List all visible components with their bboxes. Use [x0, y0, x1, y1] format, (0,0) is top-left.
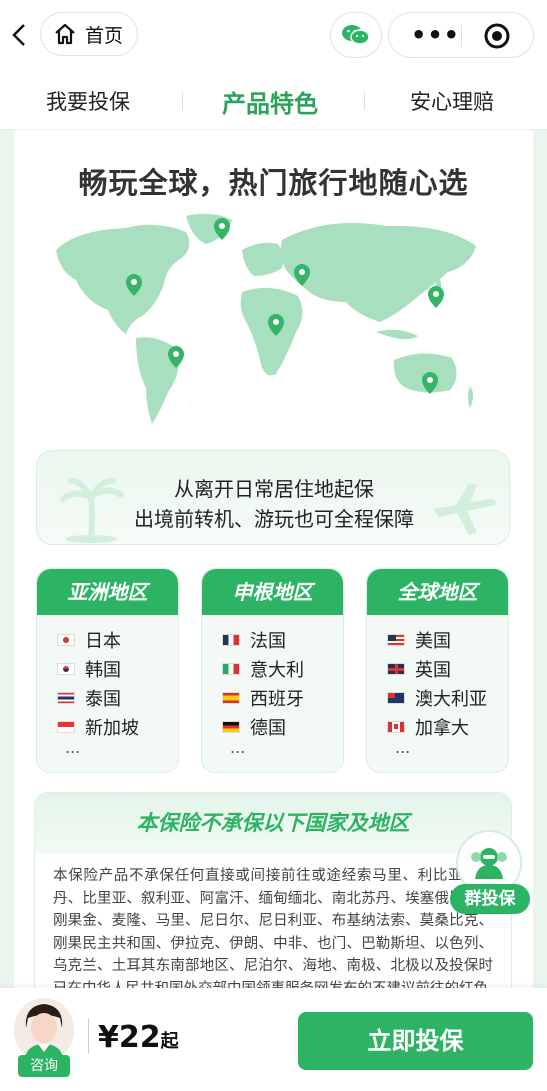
coverage-start-box: 从离开日常居住地起保 出境前转机、游玩也可全程保障: [36, 450, 510, 545]
coverage-start-line-1: 从离开日常居住地起保: [174, 477, 374, 501]
buy-now-button[interactable]: 立即投保: [298, 1012, 533, 1070]
bottom-action-bar: 咨询 ¥22起 立即投保: [0, 988, 547, 1091]
country-item: 意大利: [222, 654, 343, 683]
group-insure-label: 群投保: [450, 884, 530, 914]
exclusion-text: 本保险产品不承保任何直接或间接前往或途经索马里、利比亚、苏丹、比里亚、叙利亚、阿…: [53, 868, 493, 997]
country-name: 加拿大: [415, 717, 469, 739]
country-item: 澳大利亚: [387, 683, 508, 712]
more-options-icon[interactable]: •••: [411, 23, 460, 47]
tab-features[interactable]: 产品特色: [222, 84, 318, 119]
usa-flag-icon: [387, 633, 405, 646]
close-mini-program-icon[interactable]: [483, 22, 511, 50]
country-item: 美国: [387, 625, 508, 654]
price-display: ¥22起: [98, 1020, 179, 1055]
price-suffix: 起: [160, 1031, 179, 1052]
bottom-divider: [88, 1018, 89, 1054]
country-name: 新加坡: [85, 717, 139, 739]
region-card-schengen: 申根地区 法国 意大利 西班牙 德国 ...: [201, 568, 344, 773]
region-title: 全球地区: [367, 569, 508, 615]
country-item: 加拿大: [387, 712, 508, 741]
mini-program-capsule: •••: [388, 12, 534, 58]
region-title: 亚洲地区: [37, 569, 178, 615]
tab-divider: [182, 92, 183, 110]
country-item: 日本: [57, 625, 178, 654]
japan-flag-icon: [57, 633, 75, 646]
region-card-asia: 亚洲地区 日本 韩国 泰国 新加坡 ...: [36, 568, 179, 773]
country-name: 法国: [250, 630, 286, 652]
capsule-divider: [461, 25, 462, 47]
country-item: 新加坡: [57, 712, 178, 741]
country-item: 西班牙: [222, 683, 343, 712]
country-name: 韩国: [85, 659, 121, 681]
group-insure-button[interactable]: 群投保: [450, 830, 532, 920]
world-map-image: [56, 213, 476, 424]
exclusion-title: 本保险不承保以下国家及地区: [35, 793, 511, 853]
country-name: 澳大利亚: [415, 688, 487, 710]
country-name: 日本: [85, 630, 121, 652]
singapore-flag-icon: [57, 720, 75, 733]
country-name: 美国: [415, 630, 451, 652]
tab-insure[interactable]: 我要投保: [46, 86, 130, 116]
region-title: 申根地区: [202, 569, 343, 615]
section-tabs: 我要投保 产品特色 安心理赔: [0, 72, 547, 130]
country-item: 法国: [222, 625, 343, 654]
back-arrow-icon[interactable]: [8, 20, 32, 50]
exclusion-box: 本保险不承保以下国家及地区 本保险产品不承保任何直接或间接前往或途经索马里、利比…: [34, 792, 512, 1010]
country-name: 泰国: [85, 688, 121, 710]
korea-flag-icon: [57, 662, 75, 675]
canada-flag-icon: [387, 720, 405, 733]
france-flag-icon: [222, 633, 240, 646]
home-label: 首页: [85, 24, 124, 47]
tab-divider: [364, 92, 365, 110]
top-nav-bar: 首页 •••: [0, 0, 547, 72]
italy-flag-icon: [222, 662, 240, 675]
region-card-global: 全球地区 美国 英国 澳大利亚 加拿大 ...: [366, 568, 509, 773]
coverage-start-line-2: 出境前转机、游玩也可全程保障: [134, 507, 414, 531]
country-item: 韩国: [57, 654, 178, 683]
country-item: 英国: [387, 654, 508, 683]
germany-flag-icon: [222, 720, 240, 733]
home-icon: [55, 23, 75, 45]
country-item: 泰国: [57, 683, 178, 712]
australia-flag-icon: [387, 691, 405, 704]
thailand-flag-icon: [57, 691, 75, 704]
wechat-share-button[interactable]: [330, 12, 382, 58]
country-name: 西班牙: [250, 688, 304, 710]
spain-flag-icon: [222, 691, 240, 704]
country-name: 意大利: [250, 659, 304, 681]
wechat-icon: [342, 25, 370, 45]
agent-avatar[interactable]: [14, 998, 74, 1062]
home-button[interactable]: 首页: [40, 12, 138, 56]
tab-claims[interactable]: 安心理赔: [410, 86, 494, 116]
more-countries: ...: [230, 738, 246, 757]
region-list: 亚洲地区 日本 韩国 泰国 新加坡 ... 申根地区 法国 意大利 西班牙 德国…: [36, 568, 510, 773]
more-countries: ...: [395, 738, 411, 757]
consult-button[interactable]: 咨询: [18, 1055, 70, 1077]
uk-flag-icon: [387, 662, 405, 675]
features-title: 畅玩全球，热门旅行地随心选: [78, 166, 469, 200]
country-name: 德国: [250, 717, 286, 739]
country-name: 英国: [415, 659, 451, 681]
price-value: ¥22: [98, 1020, 161, 1055]
country-item: 德国: [222, 712, 343, 741]
more-countries: ...: [65, 738, 81, 757]
